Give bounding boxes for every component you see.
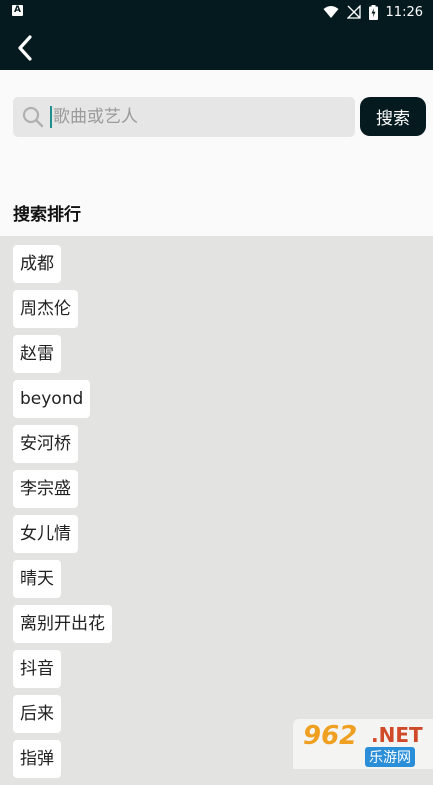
ranking-list: 成都周杰伦赵雷 beyond 安河桥李宗盛女儿情晴天离别开出花抖音后来指弹	[13, 245, 413, 785]
ranking-item[interactable]: 女儿情	[13, 515, 78, 553]
search-button[interactable]: 搜索	[360, 97, 426, 136]
watermark-text: 乐游网	[365, 747, 415, 767]
status-icons: 11:26	[323, 3, 423, 21]
search-input[interactable]	[53, 97, 343, 137]
status-time: 11:26	[385, 4, 423, 20]
ranking-item[interactable]: 指弹	[13, 740, 61, 778]
no-signal-icon	[346, 5, 361, 19]
ranking-item[interactable]: 李宗盛	[13, 470, 78, 508]
ranking-item[interactable]: 周杰伦	[13, 290, 78, 328]
search-box[interactable]	[13, 97, 355, 137]
battery-charging-icon	[368, 4, 378, 20]
ranking-item[interactable]: 抖音	[13, 650, 61, 688]
ranking-item[interactable]: 赵雷	[13, 335, 61, 373]
ranking-item[interactable]: beyond	[13, 380, 91, 418]
ranking-item[interactable]: 晴天	[13, 560, 61, 598]
text-cursor	[50, 106, 52, 128]
ranking-item[interactable]: 离别开出花	[13, 605, 112, 643]
search-area: 搜索 搜索排行	[0, 70, 433, 236]
search-icon	[22, 106, 44, 128]
watermark-suffix: .NET	[371, 723, 423, 747]
watermark-number: 962	[303, 721, 358, 751]
status-bar: A 11:26	[0, 0, 433, 24]
ranking-title: 搜索排行	[13, 205, 81, 225]
a-notification-icon: A	[12, 5, 23, 16]
watermark-logo: 962 .NET 乐游网	[293, 719, 433, 769]
back-button[interactable]	[10, 32, 42, 64]
wifi-icon	[323, 6, 339, 18]
chevron-left-icon	[18, 35, 32, 61]
top-bar	[0, 24, 433, 70]
ranking-item[interactable]: 安河桥	[13, 425, 78, 463]
ranking-item[interactable]: 后来	[13, 695, 61, 733]
ranking-item[interactable]: 成都	[13, 245, 61, 283]
